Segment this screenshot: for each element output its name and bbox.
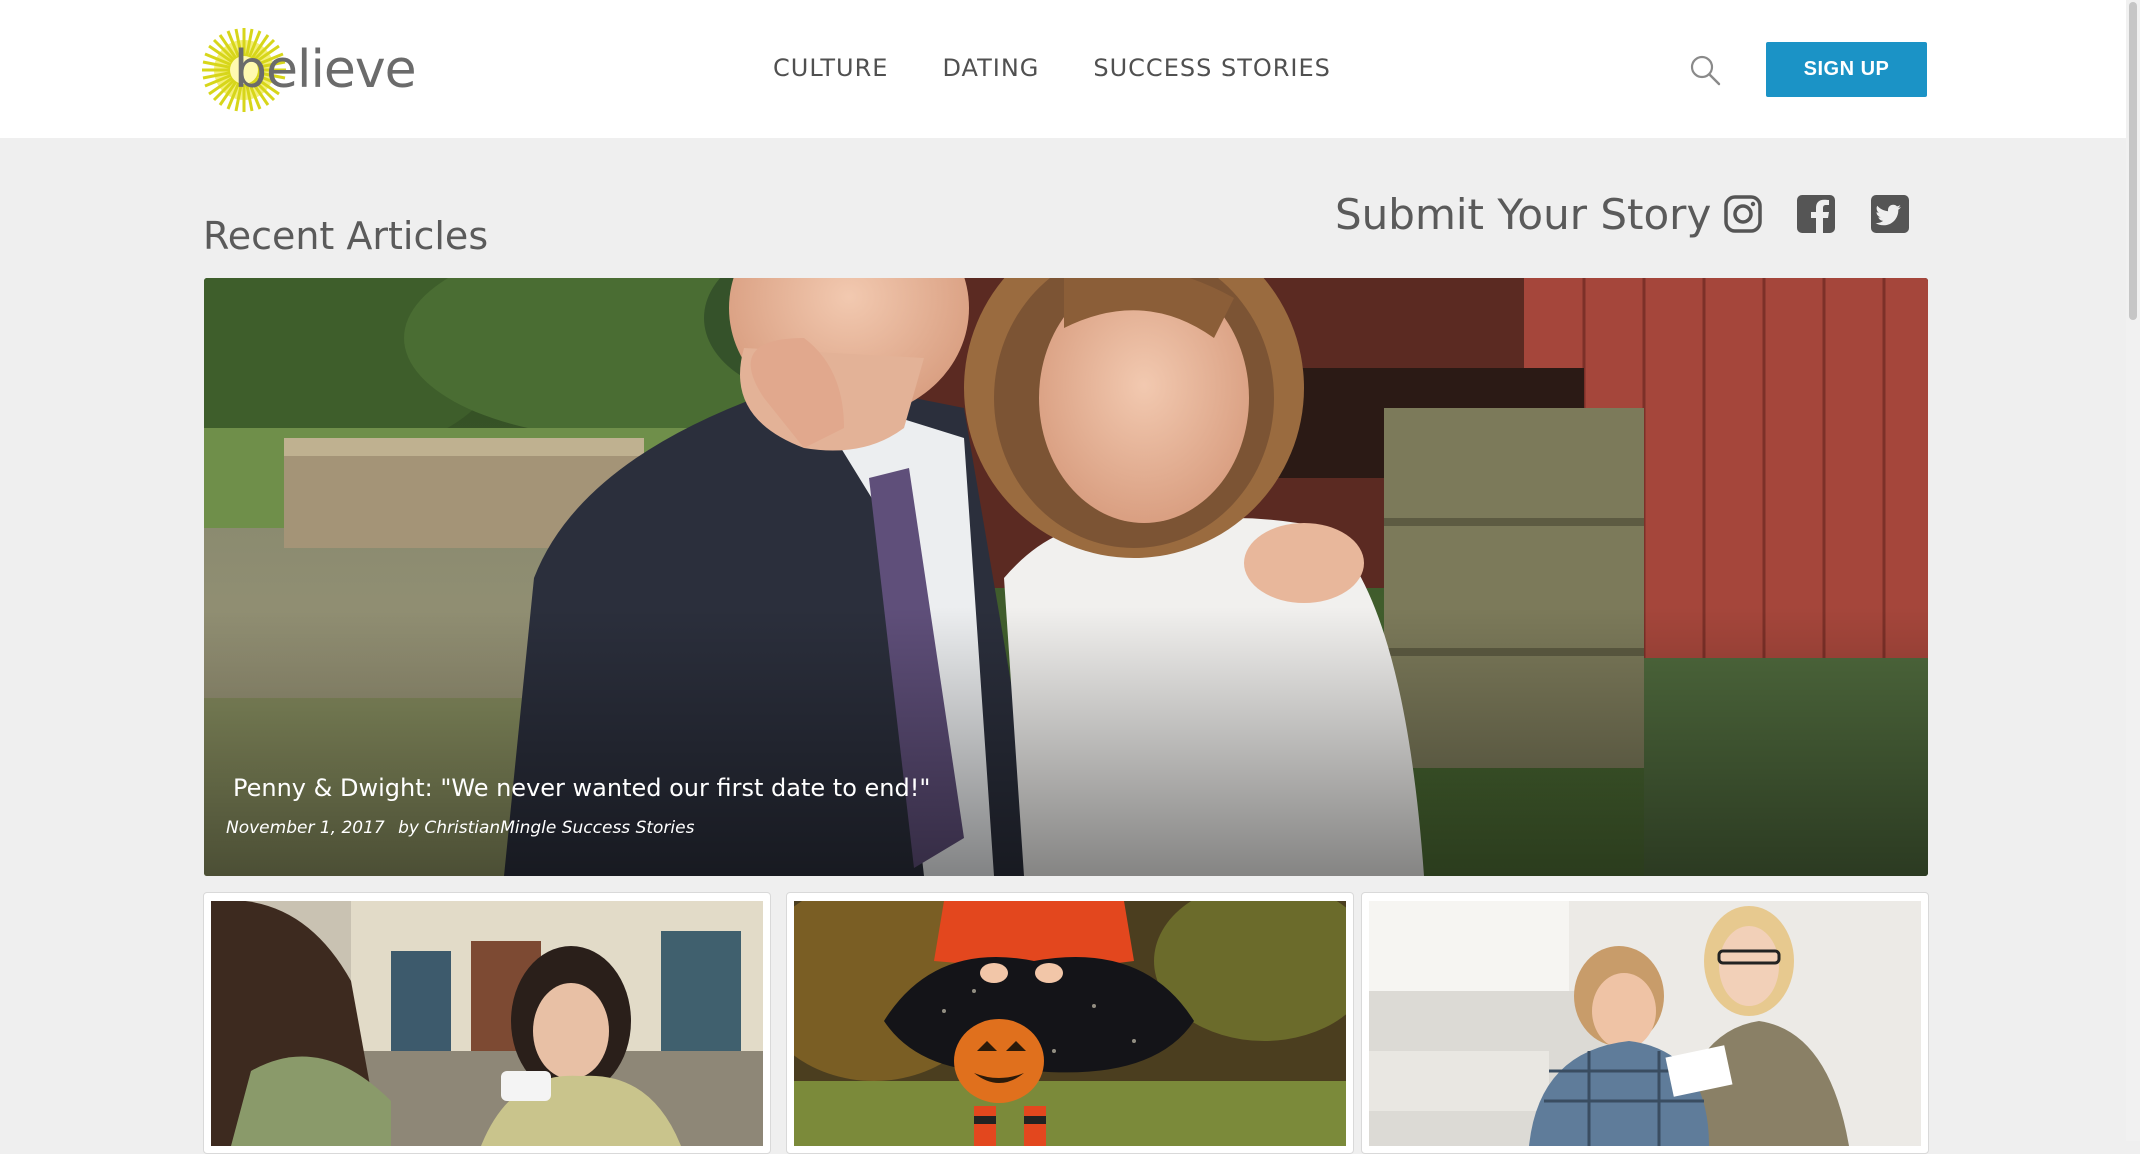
submit-story-link[interactable]: Submit Your Story [1335,190,1711,239]
scrollbar-thumb[interactable] [2129,2,2137,320]
card-image-couple-documents [1369,901,1921,1146]
featured-date: November 1, 2017 [226,818,385,838]
section-title: Recent Articles [203,213,489,258]
card-image-women-phones [211,901,763,1146]
article-card[interactable] [1361,892,1929,1154]
search-icon[interactable] [1689,54,1721,86]
signup-button[interactable]: SIGN UP [1766,42,1927,97]
believe-logo[interactable]: believe [202,22,422,118]
logo-wordmark: believe [234,40,417,100]
article-card[interactable] [203,892,771,1154]
twitter-icon[interactable] [1870,194,1910,234]
nav-dating[interactable]: DATING [942,54,1039,82]
page-scrollbar[interactable] [2126,0,2140,1141]
article-card[interactable] [786,892,1354,1154]
featured-author[interactable]: by ChristianMingle Success Stories [398,818,694,838]
featured-title[interactable]: Penny & Dwight: "We never wanted our fir… [233,774,930,802]
card-image-halloween [794,901,1346,1146]
instagram-icon[interactable] [1723,194,1763,234]
nav-success-stories[interactable]: SUCCESS STORIES [1093,54,1331,82]
featured-article[interactable]: Penny & Dwight: "We never wanted our fir… [204,278,1928,876]
featured-meta: November 1, 2017 by ChristianMingle Succ… [226,818,702,838]
nav-culture[interactable]: CULTURE [773,54,888,82]
main-nav: CULTURE DATING SUCCESS STORIES [773,54,1385,82]
site-header: believe CULTURE DATING SUCCESS STORIES S… [0,0,2126,138]
facebook-icon[interactable] [1796,194,1836,234]
